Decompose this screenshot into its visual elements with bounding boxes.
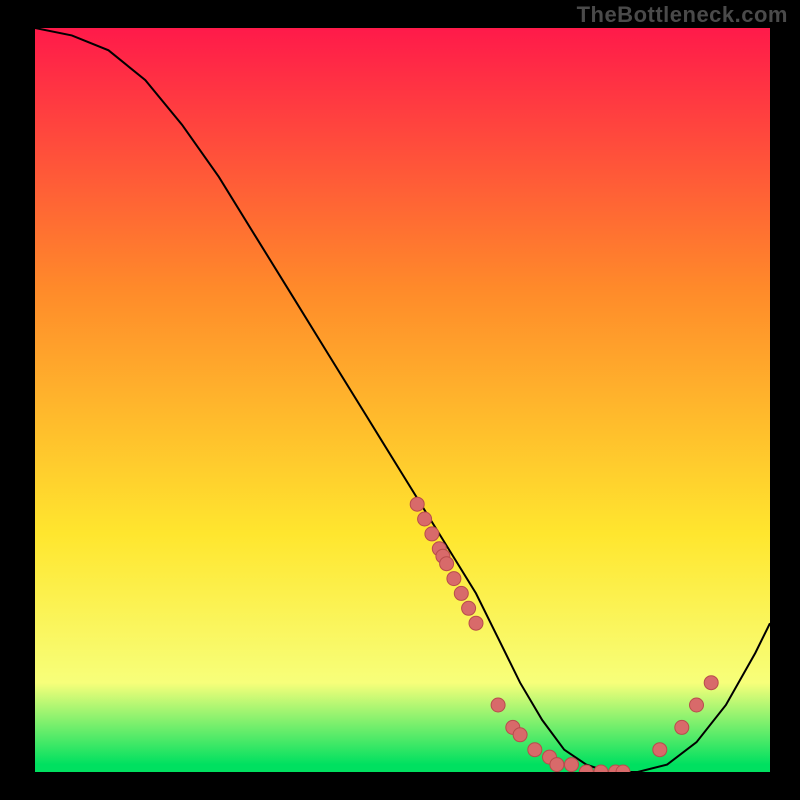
plot-area (35, 28, 770, 772)
data-point (528, 743, 542, 757)
chart-svg (35, 28, 770, 772)
data-point (469, 616, 483, 630)
data-point (690, 698, 704, 712)
data-point (418, 512, 432, 526)
data-point (653, 743, 667, 757)
data-point (491, 698, 505, 712)
watermark-text: TheBottleneck.com (577, 2, 788, 28)
chart-container: TheBottleneck.com (0, 0, 800, 800)
data-point (565, 758, 579, 772)
data-point (675, 720, 689, 734)
data-point (513, 728, 527, 742)
data-point (447, 572, 461, 586)
data-point (454, 586, 468, 600)
data-point (462, 601, 476, 615)
data-point (704, 676, 718, 690)
data-point (425, 527, 439, 541)
gradient-background (35, 28, 770, 772)
data-point (550, 758, 564, 772)
data-point (410, 497, 424, 511)
data-point (440, 557, 454, 571)
